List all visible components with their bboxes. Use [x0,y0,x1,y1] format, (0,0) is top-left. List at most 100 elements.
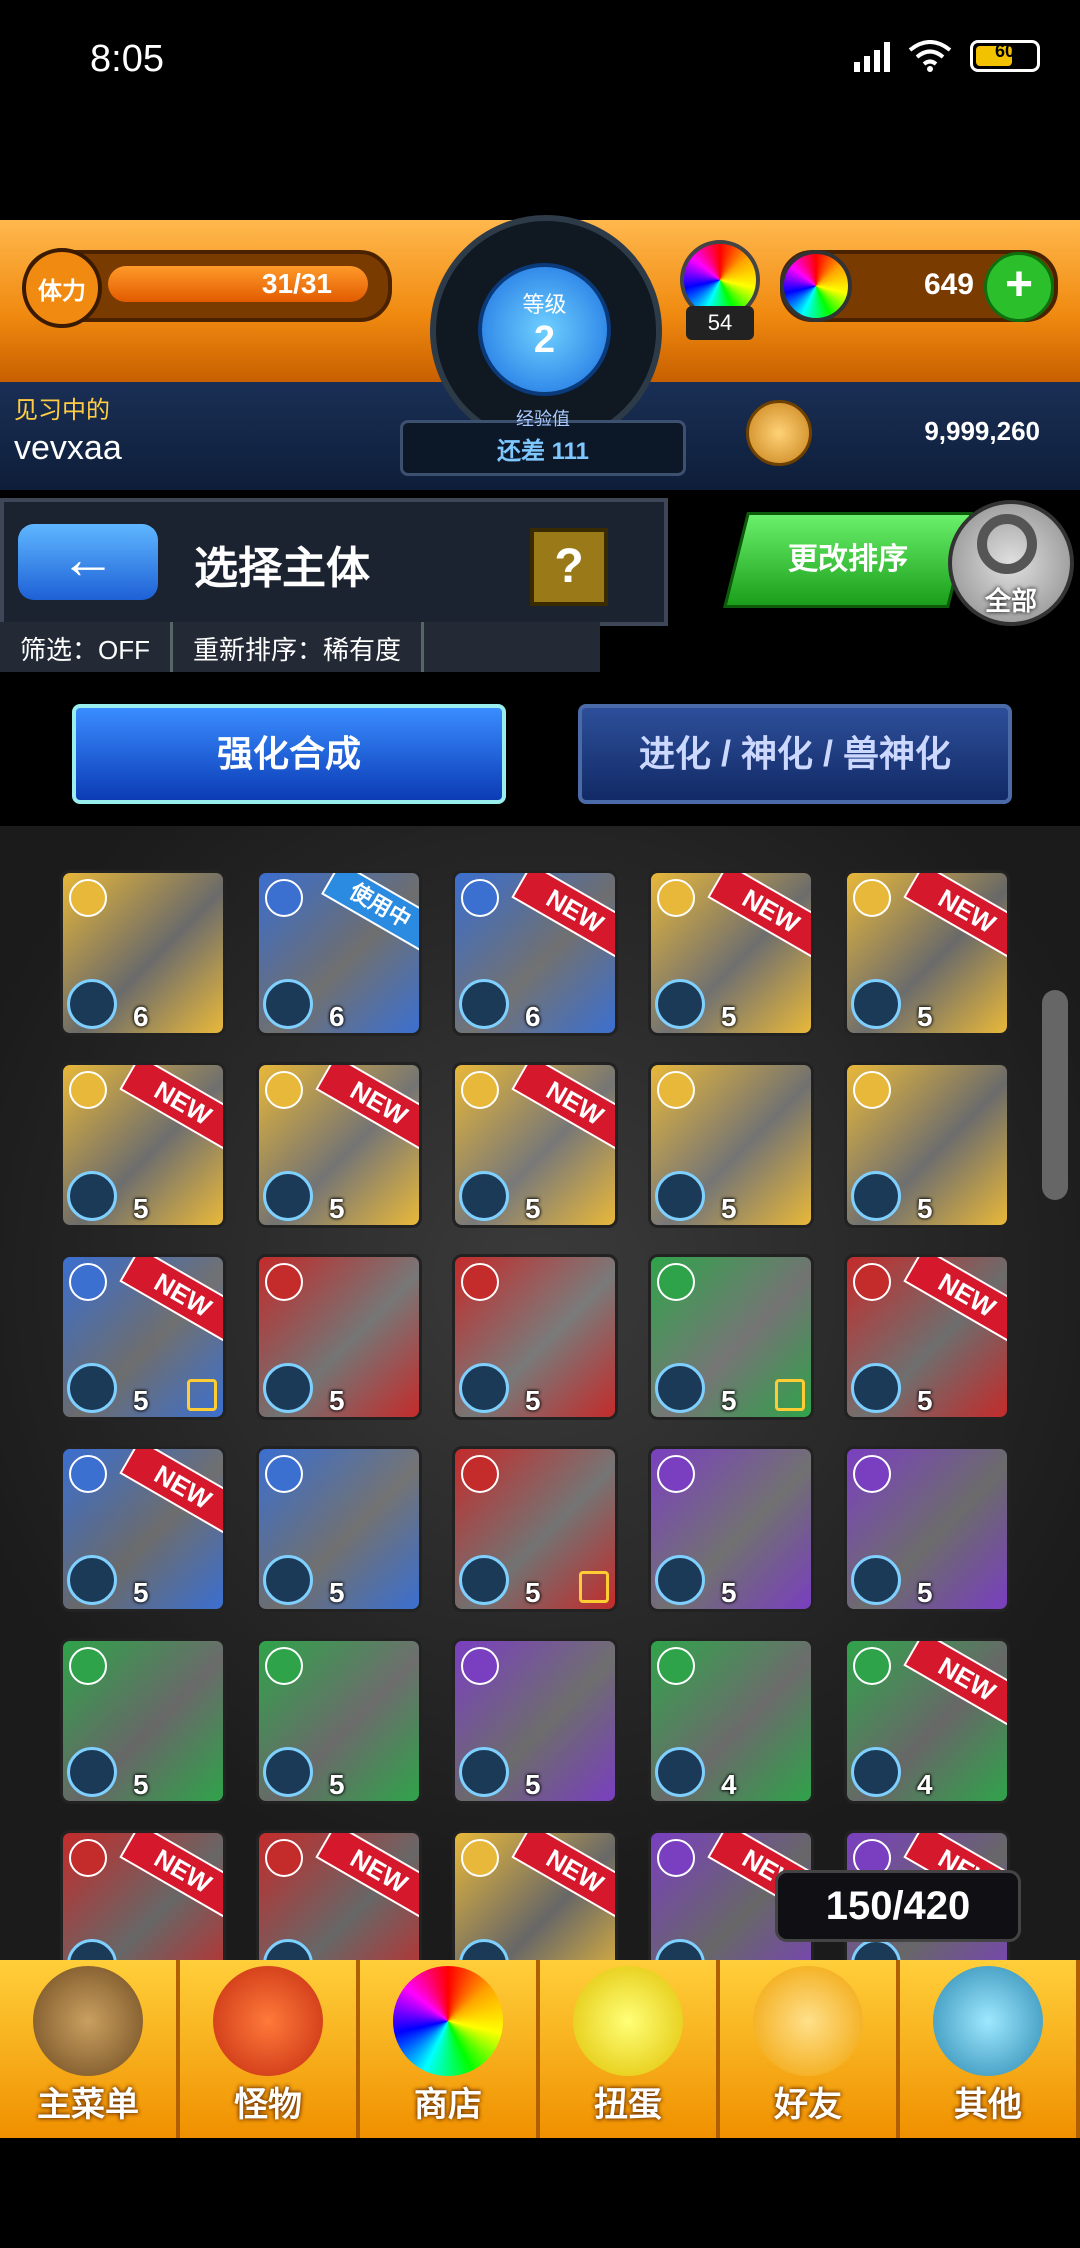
monster-rarity: 5 [525,1577,541,1608]
monster-card[interactable]: 5 NEW [60,1446,226,1612]
lock-icon [775,1379,805,1411]
element-icon [657,1263,695,1301]
nav-friends[interactable]: 好友 [720,1960,900,2138]
monster-rarity: 5 [917,1385,933,1416]
home-gate-icon [33,1966,143,2076]
monster-card[interactable]: 5 [648,1062,814,1228]
monster-card[interactable]: 5 [452,1638,618,1804]
all-filter-button[interactable]: 全部 [948,500,1074,626]
nav-monster[interactable]: 怪物 [180,1960,360,2138]
monster-card[interactable]: 5 [256,1638,422,1804]
monster-rarity: 4 [721,1769,737,1800]
refresh-icon [977,514,1037,574]
monster-card[interactable]: 5 [648,1446,814,1612]
monster-card[interactable]: 6 NEW [452,870,618,1036]
nav-label: 怪物 [234,2086,302,2124]
title-bar: ← 选择主体 ? [0,498,668,626]
monster-card[interactable]: 5 [844,1446,1010,1612]
monster-rarity: 5 [917,1577,933,1608]
monster-card[interactable]: 5 [452,1254,618,1420]
player-name: vevxaa [14,429,122,467]
monster-rarity: 5 [721,1577,737,1608]
monster-card[interactable]: 5 NEW [452,1062,618,1228]
monster-card[interactable]: 5 [256,1254,422,1420]
type-icon [459,979,509,1029]
monster-card[interactable]: 5 NEW [648,870,814,1036]
monster-rarity: 5 [525,1385,541,1416]
monster-rarity: 5 [133,1193,149,1224]
monster-rarity: 5 [329,1385,345,1416]
filter-bar: 筛选：OFF 重新排序：稀有度 [0,622,600,672]
nav-home-gate[interactable]: 主菜单 [0,1960,180,2138]
monster-card[interactable]: 5 [60,1638,226,1804]
monster-card[interactable]: 6 [60,870,226,1036]
monster-card[interactable]: NEW [256,1830,422,1962]
monster-card[interactable]: 6 使用中 [256,870,422,1036]
change-sort-label: 更改排序 [788,543,908,576]
back-button[interactable]: ← [18,524,158,600]
type-icon [263,979,313,1029]
element-icon [265,1839,303,1877]
type-icon [655,1363,705,1413]
monster-card[interactable]: 5 [256,1446,422,1612]
monster-card[interactable]: 4 NEW [844,1638,1010,1804]
monster-card[interactable]: 5 NEW [844,1254,1010,1420]
element-icon [69,1263,107,1301]
status-icons: 60 [854,40,1040,72]
sort-indicator[interactable]: 重新排序：稀有度 [173,622,425,672]
type-icon [67,1747,117,1797]
type-icon [851,1555,901,1605]
add-orb-button[interactable]: + [984,252,1054,322]
element-icon [69,1071,107,1109]
egg-icon [573,1966,683,2076]
stamina-value: 31/31 [261,268,332,299]
element-icon [657,879,695,917]
stamina-bar: 体力 31/31 [22,248,392,328]
clock: 8:05 [90,38,164,80]
status-bar: 8:05 60 [0,0,1080,220]
help-diamond-icon [933,1966,1043,2076]
nav-orb[interactable]: 商店 [360,1960,540,2138]
page-title: 选择主体 [194,544,370,593]
monster-card[interactable]: 5 NEW [60,1254,226,1420]
monster-grid[interactable]: 6 6 使用中 6 NEW 5 NEW 5 NEW 5 NEW 5 NEW 5 NEW 5 5 5 NEW 5 5 5 5 N… [0,826,1080,1962]
nav-help-diamond[interactable]: 其他 [900,1960,1080,2138]
change-sort-button[interactable]: 更改排序 [723,512,973,608]
lock-icon [579,1571,609,1603]
monster-rarity: 5 [133,1577,149,1608]
monster-card[interactable]: 5 [452,1446,618,1612]
type-icon [67,1555,117,1605]
gold-coin-icon [746,400,812,466]
nav-label: 好友 [774,2086,842,2124]
monster-card[interactable]: 5 [844,1062,1010,1228]
element-icon [853,1647,891,1685]
monster-card[interactable]: 5 NEW [844,870,1010,1036]
monster-card[interactable]: 5 [648,1254,814,1420]
element-icon [657,1071,695,1109]
orb-icon [393,1966,503,2076]
help-button[interactable]: ? [530,528,608,606]
element-icon [853,1263,891,1301]
element-icon [69,1839,107,1877]
exp-remaining: 还差 111 [496,438,590,465]
all-filter-label: 全部 [984,586,1037,616]
element-icon [657,1647,695,1685]
egg-counter[interactable]: 54 [678,240,762,340]
monster-card[interactable]: 5 NEW [60,1062,226,1228]
monster-icon [213,1966,323,2076]
nav-egg[interactable]: 扭蛋 [540,1960,720,2138]
monster-card[interactable]: 4 [648,1638,814,1804]
monster-rarity: 5 [329,1193,345,1224]
orb-count: 649 [923,268,974,301]
evolve-button[interactable]: 进化 / 神化 / 兽神化 [578,704,1012,804]
element-icon [461,1263,499,1301]
element-icon [657,1839,695,1877]
monster-card[interactable]: NEW [452,1830,618,1962]
enhance-fusion-button[interactable]: 强化合成 [72,704,506,804]
element-icon [461,1647,499,1685]
scrollbar[interactable] [1042,990,1068,1200]
monster-card[interactable]: NEW [60,1830,226,1962]
filter-toggle[interactable]: 筛选：OFF [0,622,173,672]
monster-card[interactable]: 5 NEW [256,1062,422,1228]
type-icon [459,1747,509,1797]
